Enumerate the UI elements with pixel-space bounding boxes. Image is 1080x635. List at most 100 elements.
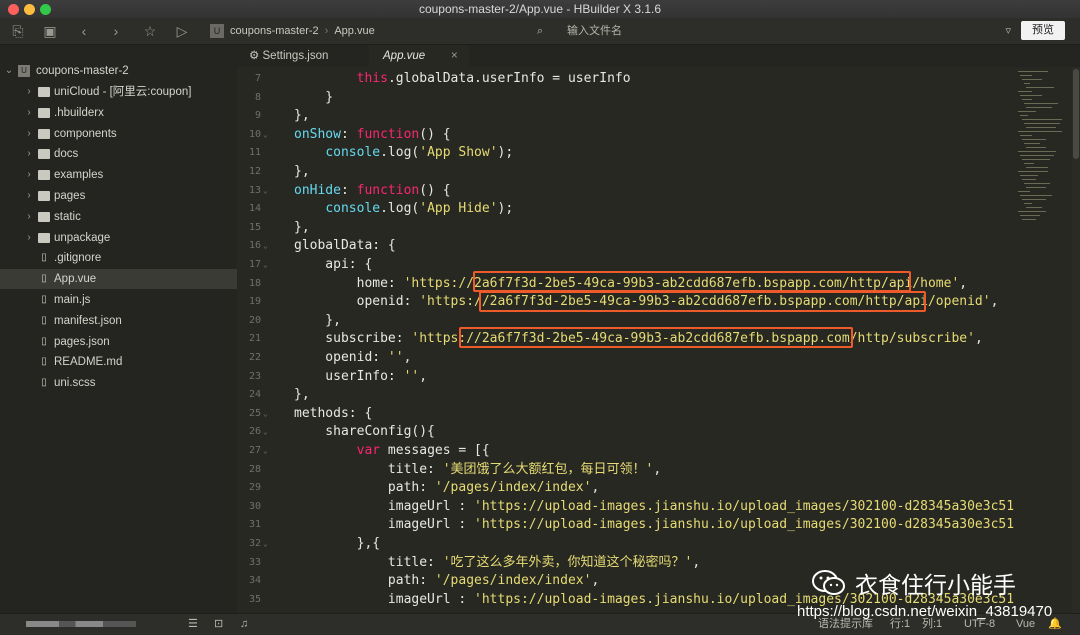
title-bar: coupons-master-2/App.vue - HBuilder X 3.… bbox=[0, 0, 1080, 18]
file-item[interactable]: ▯ main.js bbox=[0, 290, 237, 310]
code-line[interactable]: 23 userInfo: '', bbox=[237, 368, 1014, 387]
minimize-window-button[interactable] bbox=[24, 4, 35, 15]
file-icon: ▯ bbox=[41, 314, 47, 326]
fold-icon[interactable]: ⌄ bbox=[263, 237, 268, 256]
code-line[interactable]: 27 ⌄ var messages = [{ bbox=[237, 442, 1014, 461]
folder-item[interactable]: › components bbox=[0, 124, 237, 144]
fold-icon[interactable]: ⌄ bbox=[263, 405, 268, 424]
line-number: 31 bbox=[248, 519, 261, 531]
breadcrumb-file[interactable]: App.vue bbox=[334, 25, 374, 37]
new-file-icon[interactable]: ⎘ bbox=[8, 21, 28, 41]
code-line[interactable]: 11 console.log('App Show'); bbox=[237, 144, 1014, 163]
code-line[interactable]: 26 ⌄ shareConfig(){ bbox=[237, 423, 1014, 442]
code-text: api: { bbox=[294, 256, 372, 275]
folder-item[interactable]: › examples bbox=[0, 165, 237, 185]
back-icon[interactable]: ‹ bbox=[74, 21, 94, 41]
file-item[interactable]: ▯ App.vue bbox=[0, 269, 237, 290]
chevron-right-icon: › bbox=[27, 106, 31, 118]
minimap[interactable] bbox=[1014, 67, 1072, 613]
file-search-input[interactable]: ⌕ 输入文件名 ▿ bbox=[535, 22, 1015, 40]
breadcrumb-project[interactable]: coupons-master-2 bbox=[230, 25, 319, 37]
file-item[interactable]: ▯ .gitignore bbox=[0, 248, 237, 268]
folder-item[interactable]: › static bbox=[0, 207, 237, 227]
folder-item[interactable]: › docs bbox=[0, 144, 237, 164]
terminal-icon[interactable]: ⊡ bbox=[214, 614, 223, 635]
filter-icon[interactable]: ▿ bbox=[1005, 22, 1011, 40]
folder-item[interactable]: › pages bbox=[0, 186, 237, 206]
code-line[interactable]: 29 path: '/pages/index/index', bbox=[237, 479, 1014, 498]
fold-icon[interactable]: ⌄ bbox=[263, 182, 268, 201]
minimap-line bbox=[1020, 195, 1052, 196]
minimap-line bbox=[1022, 99, 1032, 100]
close-tab-icon[interactable]: × bbox=[451, 45, 458, 67]
folder-item[interactable]: › uniCloud - [阿里云:coupon] bbox=[0, 82, 237, 102]
folder-item[interactable]: › .hbuilderx bbox=[0, 103, 237, 123]
folder-icon bbox=[38, 170, 50, 181]
project-root[interactable]: ⌄ U coupons-master-2 bbox=[0, 61, 237, 81]
fold-icon[interactable]: ⌄ bbox=[263, 126, 268, 145]
code-token: '' bbox=[403, 368, 420, 384]
code-token: title: bbox=[294, 554, 443, 570]
file-item[interactable]: ▯ README.md bbox=[0, 352, 237, 372]
code-line[interactable]: 25 ⌄ methods: { bbox=[237, 405, 1014, 424]
code-line[interactable]: 24}, bbox=[237, 386, 1014, 405]
preview-button[interactable]: 预览 bbox=[1021, 21, 1065, 40]
code-line[interactable]: 30 imageUrl : 'https://upload-images.jia… bbox=[237, 498, 1014, 517]
minimap-line bbox=[1018, 131, 1062, 132]
code-token: }, bbox=[294, 219, 310, 235]
minimap-line bbox=[1026, 187, 1046, 188]
minimap-line bbox=[1026, 127, 1056, 128]
code-line[interactable]: 7 this.globalData.userInfo = userInfo bbox=[237, 70, 1014, 89]
code-token: var bbox=[356, 443, 381, 458]
save-icon[interactable]: ▣ bbox=[40, 21, 60, 41]
star-icon[interactable]: ☆ bbox=[140, 21, 160, 41]
scrollbar-thumb[interactable] bbox=[1073, 69, 1079, 159]
code-line[interactable]: 10 ⌄ onShow: function() { bbox=[237, 126, 1014, 145]
fold-icon[interactable]: ⌄ bbox=[263, 423, 268, 442]
code-line[interactable]: 22 openid: '', bbox=[237, 349, 1014, 368]
maximize-window-button[interactable] bbox=[40, 4, 51, 15]
code-line[interactable]: 16 ⌄ globalData: { bbox=[237, 237, 1014, 256]
code-text: title: '美团饿了么大额红包，每日可领！', bbox=[294, 461, 661, 480]
run-icon[interactable]: ▷ bbox=[172, 21, 192, 41]
code-text: onHide: function() { bbox=[294, 182, 451, 201]
code-line[interactable]: 28 title: '美团饿了么大额红包，每日可领！', bbox=[237, 461, 1014, 480]
folder-icon bbox=[38, 211, 50, 222]
code-line[interactable]: 14 console.log('App Hide'); bbox=[237, 200, 1014, 219]
file-item[interactable]: ▯ uni.scss bbox=[0, 373, 237, 393]
bell-icon[interactable]: ♫ bbox=[240, 614, 248, 635]
folder-icon bbox=[38, 191, 50, 201]
tab-settings[interactable]: ⚙ Settings.json bbox=[249, 45, 369, 67]
code-text: path: '/pages/index/index', bbox=[294, 479, 599, 498]
forward-icon[interactable]: › bbox=[106, 21, 126, 41]
code-line[interactable]: 8 } bbox=[237, 89, 1014, 108]
fold-icon[interactable]: ⌄ bbox=[263, 535, 268, 554]
folder-item[interactable]: › unpackage bbox=[0, 228, 237, 248]
tab-app-vue[interactable]: App.vue × bbox=[369, 45, 469, 67]
code-token: methods: { bbox=[294, 405, 373, 421]
chevron-right-icon: › bbox=[27, 231, 31, 243]
code-editor[interactable]: 7 this.globalData.userInfo = userInfo 8 }… bbox=[237, 67, 1014, 613]
close-window-button[interactable] bbox=[8, 4, 19, 15]
file-item[interactable]: ▯ pages.json bbox=[0, 332, 237, 352]
outline-icon[interactable]: ☰ bbox=[188, 614, 198, 635]
line-number: 16 bbox=[248, 240, 261, 252]
code-line[interactable]: 9}, bbox=[237, 107, 1014, 126]
code-line[interactable]: 32 ⌄ },{ bbox=[237, 535, 1014, 554]
code-token: '/pages/index/index' bbox=[434, 480, 592, 496]
file-icon: ▯ bbox=[41, 335, 47, 347]
vertical-scrollbar[interactable] bbox=[1072, 67, 1080, 613]
minimap-line bbox=[1018, 171, 1048, 172]
code-line[interactable]: 31 imageUrl : 'https://upload-images.jia… bbox=[237, 516, 1014, 535]
code-token: openid: bbox=[294, 294, 420, 310]
minimap-line bbox=[1026, 147, 1046, 148]
fold-icon[interactable]: ⌄ bbox=[263, 442, 268, 461]
code-line[interactable]: 13 ⌄ onHide: function() { bbox=[237, 182, 1014, 201]
chevron-right-icon: › bbox=[27, 190, 31, 201]
code-line[interactable]: 12}, bbox=[237, 163, 1014, 182]
code-line[interactable]: 15}, bbox=[237, 219, 1014, 238]
code-token: } bbox=[294, 89, 334, 105]
file-item[interactable]: ▯ manifest.json bbox=[0, 311, 237, 331]
fold-icon[interactable]: ⌄ bbox=[263, 256, 268, 275]
minimap-line bbox=[1024, 203, 1032, 204]
